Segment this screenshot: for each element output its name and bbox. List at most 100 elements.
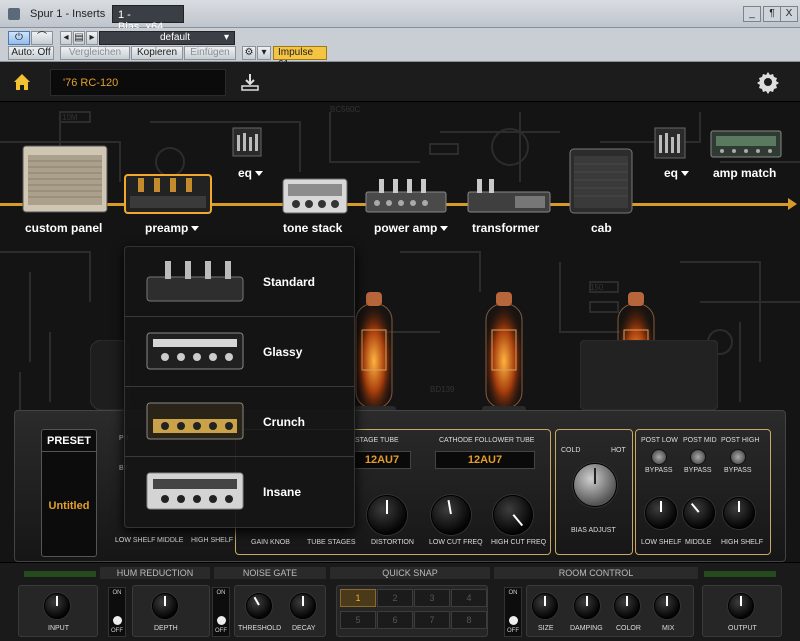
color-knob[interactable] — [614, 593, 640, 619]
post-mid-bypass-switch[interactable] — [690, 449, 706, 465]
cab-thumbnail[interactable] — [569, 148, 633, 214]
chain-label-tone-stack[interactable]: tone stack — [283, 221, 342, 235]
chain-label-eq1[interactable]: eq — [238, 166, 264, 180]
preamp-option-insane[interactable]: Insane — [125, 457, 354, 527]
preamp-type-dropdown: Standard Glassy Crunch Insane — [124, 246, 355, 528]
chevron-down-icon — [440, 226, 449, 231]
transformer-thumbnail[interactable] — [467, 178, 551, 214]
pin-button[interactable]: ¶ — [763, 6, 781, 22]
label-high-shelf: HIGH SHELF — [191, 537, 234, 544]
size-knob[interactable] — [532, 593, 558, 619]
minimize-button[interactable]: _ — [743, 6, 761, 22]
auto-off-button[interactable]: Auto: Off — [8, 46, 54, 60]
preamp-option-label: Crunch — [263, 415, 305, 429]
settings-small-icon[interactable]: ⚙ — [242, 46, 256, 60]
chain-label-custom-panel[interactable]: custom panel — [25, 221, 102, 235]
damping-knob[interactable] — [574, 593, 600, 619]
post-high-shelf-knob[interactable] — [723, 497, 755, 529]
cathode-tube-display[interactable]: 12AU7 — [435, 451, 535, 469]
chain-label-cab[interactable]: cab — [591, 221, 612, 235]
snap-slot-5[interactable]: 5 — [340, 611, 376, 629]
toggle-on-label: ON — [508, 590, 518, 596]
preamp-option-label: Standard — [263, 275, 316, 289]
label-distortion: DISTORTION — [371, 539, 414, 546]
paste-button[interactable]: Einfügen — [184, 46, 236, 60]
snap-slot-7[interactable]: 7 — [414, 611, 450, 629]
label-tube-stages: TUBE STAGES — [307, 539, 356, 546]
noise-gate-toggle[interactable]: ON OFF — [212, 587, 230, 637]
label-middle: MIDDLE — [157, 537, 184, 544]
toggle-on-label: ON — [112, 590, 122, 596]
eq2-thumbnail[interactable] — [654, 127, 686, 159]
label-damping: DAMPING — [570, 625, 603, 632]
snap-slot-6[interactable]: 6 — [377, 611, 413, 629]
decay-knob[interactable] — [290, 593, 316, 619]
preamp-option-glassy[interactable]: Glassy — [125, 317, 354, 387]
bias-adjust-knob[interactable] — [573, 463, 617, 507]
amp-preset-box[interactable]: PRESET Untitled — [41, 429, 97, 557]
compare-button[interactable]: Vergleichen — [60, 46, 130, 60]
snap-slot-1[interactable]: 1 — [340, 589, 376, 607]
preamp-option-standard[interactable]: Standard — [125, 247, 354, 317]
post-low-bypass-switch[interactable] — [651, 449, 667, 465]
chevron-down-icon: ▾ — [223, 32, 229, 43]
chain-label-transformer[interactable]: transformer — [472, 221, 539, 235]
snap-slot-2[interactable]: 2 — [377, 589, 413, 607]
copy-button[interactable]: Kopieren — [131, 46, 183, 60]
snap-slot-3[interactable]: 3 — [414, 589, 450, 607]
amp-preset-value: Untitled — [48, 500, 90, 512]
hum-reduction-toggle[interactable]: ON OFF — [108, 587, 126, 637]
home-icon[interactable] — [13, 73, 31, 91]
gear-icon[interactable] — [756, 70, 780, 94]
chain-label-eq2[interactable]: eq — [664, 166, 690, 180]
close-button[interactable]: X — [780, 6, 798, 22]
snap-slot-4[interactable]: 4 — [451, 589, 487, 607]
automation-icon[interactable]: ⌒ — [31, 31, 53, 45]
distortion-knob[interactable] — [367, 495, 407, 535]
mix-knob[interactable] — [654, 593, 680, 619]
custom-panel-thumbnail[interactable] — [22, 145, 108, 213]
preamp-thumbnail[interactable] — [124, 174, 212, 214]
label-high-cut: HIGH CUT FREQ — [491, 539, 547, 546]
depth-knob[interactable] — [152, 593, 178, 619]
export-icon[interactable] — [240, 72, 260, 92]
amp-match-thumbnail[interactable] — [710, 130, 782, 158]
stage-tube-display[interactable]: 12AU7 — [353, 451, 411, 469]
amp-preset-header: PRESET — [42, 430, 96, 452]
toggle-on-label: ON — [216, 590, 226, 596]
low-cut-knob[interactable] — [431, 495, 471, 535]
preset-select[interactable]: default ▾ — [99, 31, 235, 45]
label-color: COLOR — [616, 625, 641, 632]
post-middle-knob[interactable] — [683, 497, 715, 529]
power-icon[interactable]: ⏻ — [8, 31, 30, 45]
preset-list-icon[interactable]: ▤ — [73, 31, 85, 45]
toggle-dot — [113, 616, 122, 625]
next-preset-button[interactable]: ▸ — [86, 31, 98, 45]
impulse-device-badge[interactable]: Impulse 61 — [273, 46, 327, 70]
threshold-knob[interactable] — [246, 593, 272, 619]
input-knob[interactable] — [44, 593, 70, 619]
chevron-down-icon[interactable]: ▾ — [257, 46, 271, 60]
prev-preset-button[interactable]: ◂ — [60, 31, 72, 45]
label-cold: COLD — [561, 447, 581, 454]
eq1-thumbnail[interactable] — [232, 127, 262, 157]
chain-label-amp-match[interactable]: amp match — [713, 166, 776, 180]
post-low-shelf-knob[interactable] — [645, 497, 677, 529]
label-post-low-shelf: LOW SHELF — [641, 539, 682, 546]
preset-name-display[interactable]: '76 RC-120 — [50, 69, 226, 96]
input-level-meter — [24, 571, 96, 577]
room-toggle[interactable]: ON OFF — [504, 587, 522, 637]
tone-stack-thumbnail[interactable] — [282, 178, 348, 214]
preset-select-value: default — [160, 32, 191, 43]
snap-slot-8[interactable]: 8 — [451, 611, 487, 629]
high-cut-knob[interactable] — [493, 495, 533, 535]
post-high-bypass-switch[interactable] — [730, 449, 746, 465]
output-knob[interactable] — [728, 593, 754, 619]
chain-label-power-amp[interactable]: power amp — [374, 221, 449, 235]
power-amp-thumbnail[interactable] — [365, 178, 447, 214]
preamp-option-crunch[interactable]: Crunch — [125, 387, 354, 457]
toggle-off-label: OFF — [215, 628, 227, 634]
label-post-high: POST HIGH — [721, 437, 760, 444]
chain-label-preamp[interactable]: preamp — [145, 221, 200, 235]
tab-bias[interactable]: 1 - Bias_x64 — [112, 5, 184, 33]
